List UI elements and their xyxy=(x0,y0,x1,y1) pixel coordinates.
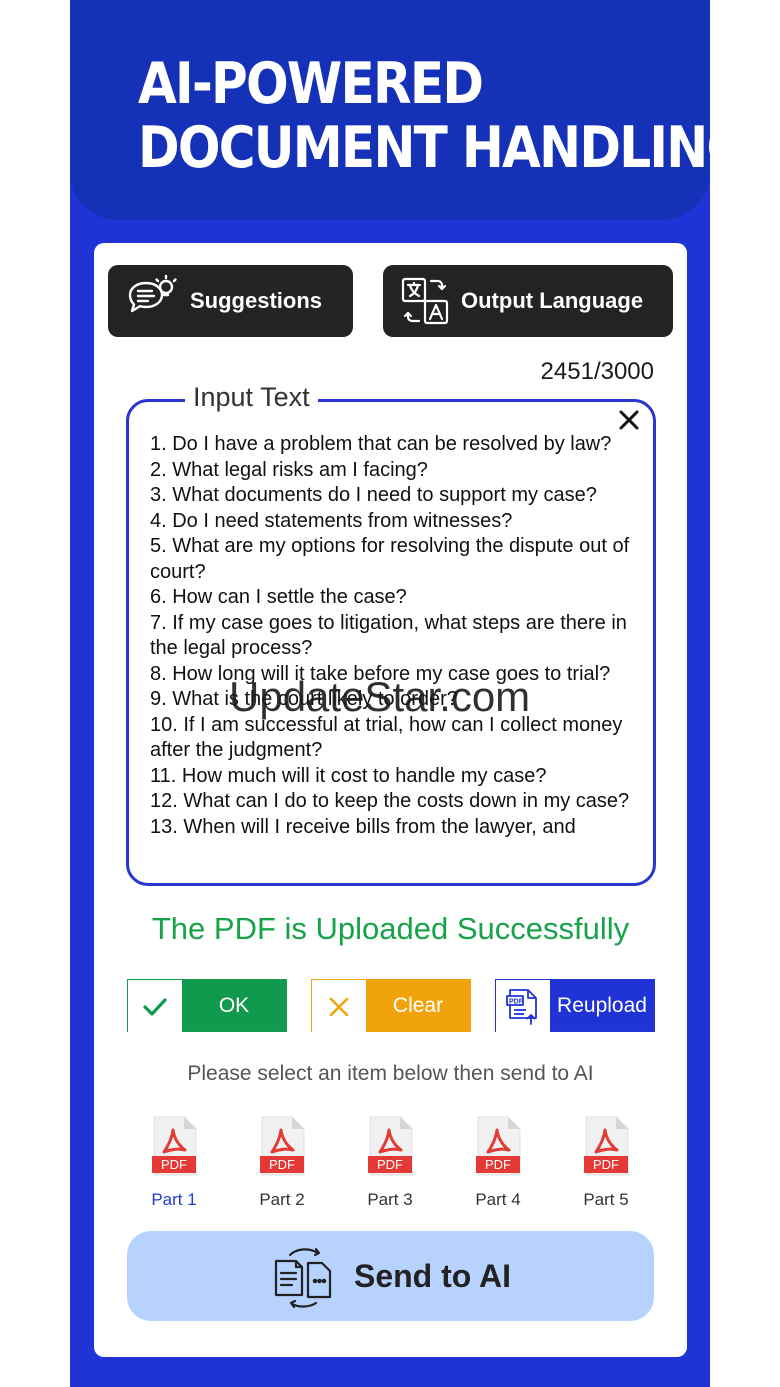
document-sync-icon xyxy=(274,1247,332,1309)
cross-icon xyxy=(329,997,349,1016)
reupload-button[interactable]: PDF Reupload xyxy=(495,979,655,1033)
pdf-file-icon: PDF xyxy=(260,1116,305,1176)
reupload-icon-box: PDF xyxy=(496,980,550,1033)
upload-status-message: The PDF is Uploaded Successfully xyxy=(151,911,630,946)
pdf-file-icon: PDF xyxy=(584,1116,629,1176)
part-item-3[interactable]: PDF Part 3 xyxy=(345,1116,435,1210)
headline-line-1: AI-POWERED xyxy=(138,51,484,117)
input-text-content[interactable]: 1. Do I have a problem that can be resol… xyxy=(150,432,640,882)
part-item-1[interactable]: PDF Part 1 xyxy=(129,1116,219,1210)
ok-button[interactable]: OK xyxy=(127,979,287,1033)
input-text-box[interactable]: Input Text 1. Do I have a problem that c… xyxy=(126,382,656,886)
clear-icon-box xyxy=(312,980,366,1033)
pdf-badge-1: PDF xyxy=(161,1157,187,1172)
check-icon xyxy=(143,997,167,1016)
ok-icon-box xyxy=(128,980,182,1033)
headline: AI-POWERED DOCUMENT HANDLING xyxy=(138,52,710,180)
close-icon[interactable] xyxy=(615,406,643,434)
header-banner: AI-POWERED DOCUMENT HANDLING xyxy=(70,0,710,220)
pdf-badge-2: PDF xyxy=(269,1157,295,1172)
output-language-label: Output Language xyxy=(461,288,644,313)
chat-lightbulb-icon xyxy=(128,274,177,313)
clear-label: Clear xyxy=(366,980,470,1031)
part-label-3: Part 3 xyxy=(367,1190,413,1209)
app-screen: AI-POWERED DOCUMENT HANDLING Suggestions xyxy=(70,0,710,1387)
pdf-file-icon: PDF xyxy=(152,1116,197,1176)
part-label-2: Part 2 xyxy=(259,1190,305,1209)
headline-line-2: DOCUMENT HANDLING xyxy=(138,115,710,181)
part-item-4[interactable]: PDF Part 4 xyxy=(453,1116,543,1210)
selection-hint: Please select an item below then send to… xyxy=(187,1062,594,1085)
translate-icon xyxy=(401,277,449,325)
ok-label: OK xyxy=(182,980,286,1031)
input-legend: Input Text xyxy=(185,382,318,413)
svg-text:PDF: PDF xyxy=(509,998,524,1005)
output-language-button[interactable]: Output Language xyxy=(383,265,673,337)
send-to-ai-button[interactable]: Send to AI xyxy=(127,1231,654,1321)
pdf-badge-4: PDF xyxy=(485,1157,511,1172)
clear-button[interactable]: Clear xyxy=(311,979,471,1033)
pdf-badge-3: PDF xyxy=(377,1157,403,1172)
pdf-upload-icon: PDF xyxy=(506,988,537,1025)
part-item-2[interactable]: PDF Part 2 xyxy=(237,1116,327,1210)
watermark: UpdateStar.com xyxy=(229,673,531,720)
pdf-badge-5: PDF xyxy=(593,1157,619,1172)
part-label-1: Part 1 xyxy=(151,1190,197,1209)
suggestions-button[interactable]: Suggestions xyxy=(108,265,353,337)
part-label-5: Part 5 xyxy=(583,1190,629,1209)
part-label-4: Part 4 xyxy=(475,1190,521,1209)
send-to-ai-label: Send to AI xyxy=(353,1257,512,1294)
main-card: Suggestions Output Language 2451/3000 In… xyxy=(94,243,687,1357)
pdf-file-icon: PDF xyxy=(476,1116,521,1176)
character-counter: 2451/3000 xyxy=(540,358,654,385)
reupload-label: Reupload xyxy=(550,980,654,1031)
part-item-5[interactable]: PDF Part 5 xyxy=(561,1116,651,1210)
pdf-file-icon: PDF xyxy=(368,1116,413,1176)
suggestions-label: Suggestions xyxy=(190,288,323,313)
